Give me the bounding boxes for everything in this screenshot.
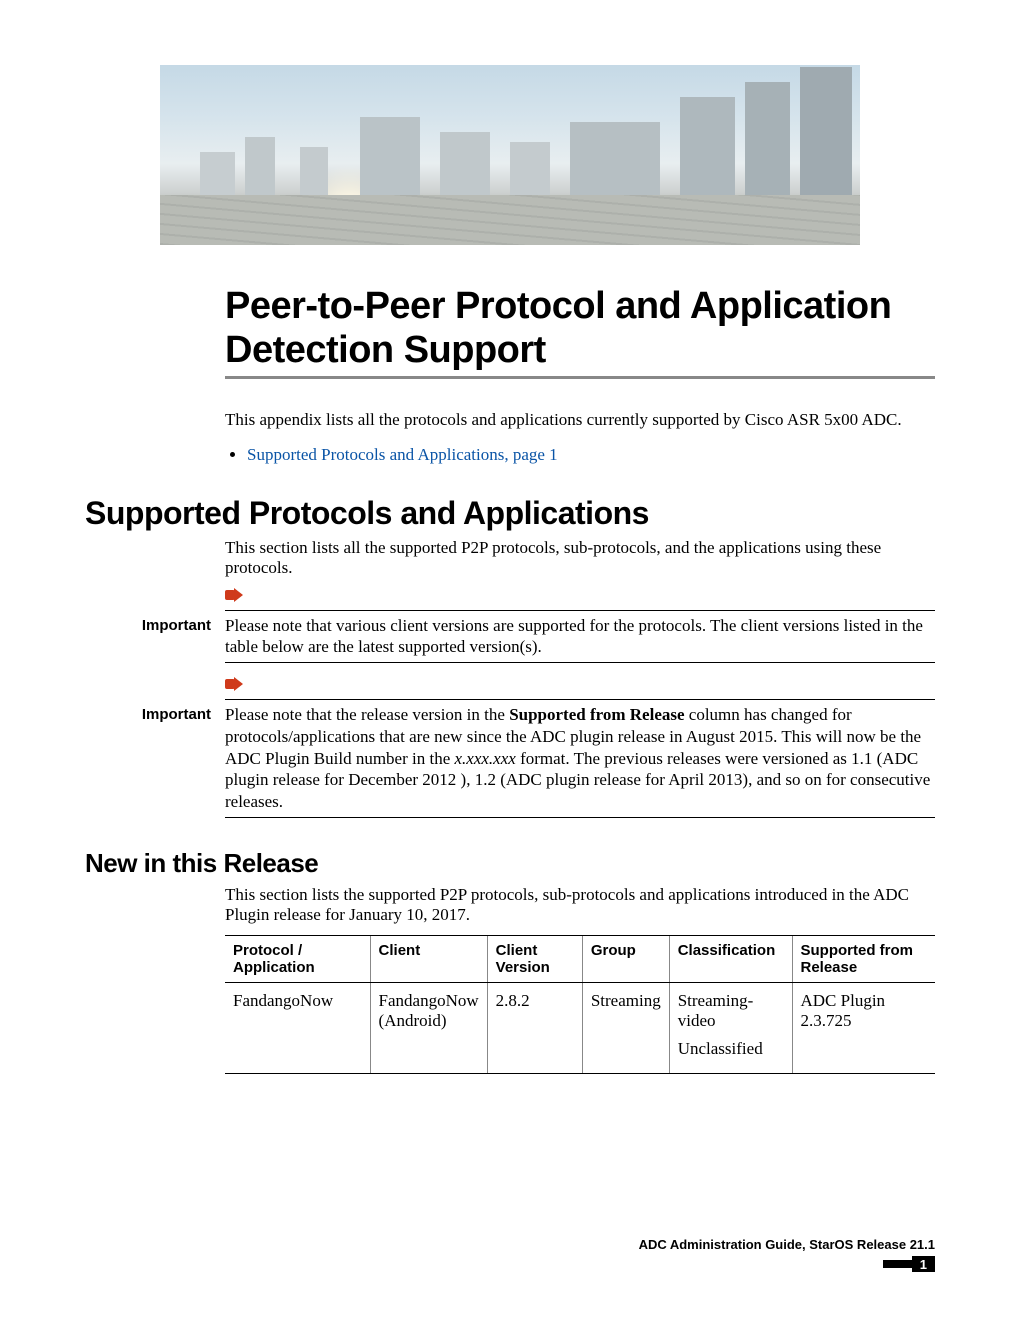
intro-paragraph: This appendix lists all the protocols an… bbox=[225, 409, 935, 430]
th-group: Group bbox=[582, 935, 669, 982]
client-line2: (Android) bbox=[379, 1011, 447, 1030]
classification-1: Streaming-video bbox=[678, 991, 784, 1031]
subsection-heading: New in this Release bbox=[85, 848, 935, 879]
note2-bold: Supported from Release bbox=[509, 705, 684, 724]
client-line1: FandangoNow bbox=[379, 991, 479, 1010]
table-header-row: Protocol / Application Client Client Ver… bbox=[225, 935, 935, 982]
chapter-title: Peer-to-Peer Protocol and Application De… bbox=[225, 285, 935, 372]
th-classification: Classification bbox=[669, 935, 792, 982]
important-label: Important bbox=[85, 615, 225, 634]
subsection-intro: This section lists the supported P2P pro… bbox=[225, 885, 935, 925]
important-label: Important bbox=[85, 704, 225, 723]
document-page: Peer-to-Peer Protocol and Application De… bbox=[0, 0, 1020, 1320]
pointing-hand-icon bbox=[225, 677, 245, 691]
td-client: FandangoNow (Android) bbox=[370, 982, 487, 1073]
table-row: FandangoNow FandangoNow (Android) 2.8.2 … bbox=[225, 982, 935, 1073]
th-client: Client bbox=[370, 935, 487, 982]
section-intro: This section lists all the supported P2P… bbox=[225, 538, 935, 578]
td-group: Streaming bbox=[582, 982, 669, 1073]
toc-item: Supported Protocols and Applications, pa… bbox=[247, 445, 935, 465]
th-version: Client Version bbox=[487, 935, 582, 982]
important-text-1: Please note that various client versions… bbox=[225, 615, 935, 659]
important-note-1: Important Please note that various clien… bbox=[85, 588, 935, 664]
td-protocol: FandangoNow bbox=[225, 982, 370, 1073]
header-banner-image bbox=[160, 65, 860, 245]
td-classification: Streaming-video Unclassified bbox=[669, 982, 792, 1073]
pointing-hand-icon bbox=[225, 588, 245, 602]
important-note-2: Important Please note that the release v… bbox=[85, 677, 935, 818]
toc-link[interactable]: Supported Protocols and Applications, pa… bbox=[247, 445, 558, 464]
page-number: 1 bbox=[912, 1256, 935, 1272]
th-release: Supported from Release bbox=[792, 935, 935, 982]
th-protocol: Protocol / Application bbox=[225, 935, 370, 982]
td-version: 2.8.2 bbox=[487, 982, 582, 1073]
td-release: ADC Plugin 2.3.725 bbox=[792, 982, 935, 1073]
footer-doc-title: ADC Administration Guide, StarOS Release… bbox=[85, 1237, 935, 1252]
toc-list: Supported Protocols and Applications, pa… bbox=[225, 445, 935, 465]
protocol-table: Protocol / Application Client Client Ver… bbox=[225, 935, 935, 1074]
note2-pre: Please note that the release version in … bbox=[225, 705, 509, 724]
page-number-badge: 1 bbox=[883, 1256, 935, 1272]
important-text-2: Please note that the release version in … bbox=[225, 704, 935, 813]
page-footer: ADC Administration Guide, StarOS Release… bbox=[85, 1237, 935, 1272]
note2-italic: x.xxx.xxx bbox=[455, 749, 516, 768]
title-divider bbox=[225, 376, 935, 379]
section-heading: Supported Protocols and Applications bbox=[85, 495, 935, 532]
classification-2: Unclassified bbox=[678, 1039, 763, 1058]
